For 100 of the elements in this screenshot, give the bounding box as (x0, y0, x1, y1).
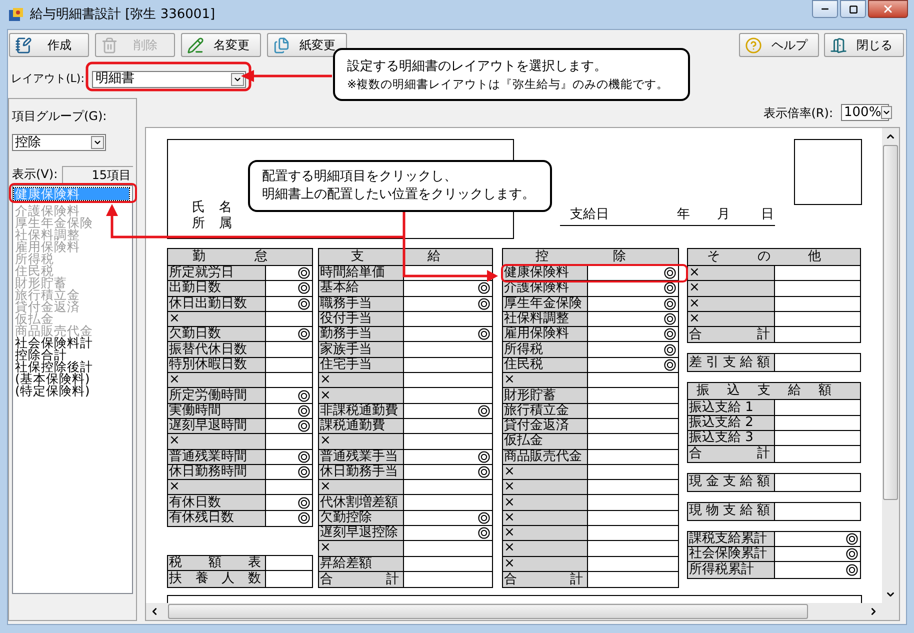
row-label: × (168, 480, 266, 494)
item-count: 15項目 (62, 166, 133, 182)
horizontal-scrollbar[interactable] (146, 603, 899, 620)
row-label: 財形貯蓄 (503, 388, 588, 403)
row-label: × (688, 281, 775, 296)
view-label: 表示(V): (12, 166, 58, 183)
row-label: 所定就労日 (168, 266, 266, 280)
row-label: × (168, 434, 266, 449)
trash-icon (101, 36, 118, 54)
row-label: 欠勤日数 (168, 327, 266, 342)
row-label: 現 物 支 給 額 (688, 502, 775, 520)
layout-label: レイアウト(L): (11, 70, 84, 87)
list-item[interactable]: (特定保険料) (14, 385, 129, 397)
row-label: × (319, 388, 404, 403)
scroll-thumb[interactable] (168, 604, 808, 619)
door-icon (830, 36, 847, 54)
stamp-box (794, 139, 862, 205)
close-button[interactable] (868, 0, 908, 18)
row-label: 所得税累計 (688, 562, 775, 578)
row-label: × (319, 373, 404, 388)
toolbar-button[interactable]: ヘルプ (739, 33, 819, 57)
row-label: 振替代休日数 (168, 342, 266, 357)
row-label: 代休割増差額 (319, 495, 404, 510)
layout-select[interactable]: 明細書 (92, 70, 246, 88)
row-label: × (503, 495, 588, 510)
row-label: × (319, 541, 404, 556)
row-label: × (688, 312, 775, 326)
row-label: × (503, 556, 588, 571)
row-label: 所定労働時間 (168, 388, 266, 403)
row-label: × (503, 510, 588, 526)
row-label: 家族手当 (319, 342, 404, 357)
row-label: 出勤日数 (168, 281, 266, 296)
toolbar-button[interactable]: 名変更 (181, 33, 261, 57)
zoom-select[interactable]: 100% (841, 104, 889, 121)
row-label: × (688, 296, 775, 311)
row-label: × (503, 464, 588, 480)
department-label: 所 (192, 216, 205, 232)
scroll-thumb[interactable] (883, 145, 898, 500)
row-label: × (319, 434, 404, 449)
row-label: 貸付金返済 (503, 418, 588, 434)
row-label: 商品販売代金 (503, 450, 588, 464)
toolbar-button[interactable]: 作成 (9, 33, 89, 57)
row-label: 所得税 (503, 342, 588, 357)
row-label: 差 引 支 給 額 (688, 354, 775, 372)
department-label: 属 (219, 216, 232, 232)
toolbar-button[interactable]: 紙変更 (267, 33, 347, 57)
row-label: 欠勤控除 (319, 510, 404, 526)
row-label: 振込支給 3 (688, 431, 775, 446)
table-header: そ の 他 (688, 249, 860, 266)
pay-date-line: 支給日 年 月 日 (560, 207, 775, 226)
callout-text: 明細書上の配置したい位置をクリックします。 (262, 186, 536, 204)
row-label: 健康保険料 (503, 266, 588, 280)
item-group-select[interactable]: 控除 (12, 134, 106, 151)
row-label: 有休残日数 (168, 510, 266, 526)
row-label: 厚生年金保険 (503, 296, 588, 311)
row-label: 合 計 (503, 572, 588, 588)
notepad-pen-icon (15, 36, 32, 54)
double-circle-icon (846, 564, 858, 576)
table-header: 勤 怠 (168, 249, 312, 266)
row-label: × (503, 373, 588, 388)
row-label: 扶 養 人 数 (168, 571, 266, 587)
row-label: × (503, 480, 588, 494)
row-label: 雇用保険料 (503, 327, 588, 342)
row-label: × (168, 312, 266, 326)
row-label: 実働時間 (168, 404, 266, 418)
maximize-icon (848, 4, 858, 14)
help-icon (745, 36, 762, 54)
row-label: × (503, 526, 588, 540)
zoom-label: 表示倍率(R): (763, 104, 833, 122)
row-label: 振込支給 1 (688, 400, 775, 415)
window-title: 給与明細書設計 [弥生 336001] (30, 6, 216, 24)
row-label: × (688, 266, 775, 280)
maximize-button[interactable] (840, 0, 866, 18)
table-header: 振 込 支 給 額 (688, 383, 860, 400)
list-item[interactable]: 社会保険料計 (14, 337, 129, 349)
callout-text: 配置する明細項目をクリックし、 (262, 168, 458, 186)
name-label: 名 (219, 200, 232, 216)
row-label: 振込支給 2 (688, 416, 775, 430)
callout-text: 設定する明細書のレイアウトを選択します。 (347, 58, 608, 76)
name-label: 氏 (192, 200, 205, 216)
row-label: 社保料調整 (503, 312, 588, 326)
toolbar-button[interactable]: 閉じる (824, 33, 904, 57)
row-label: 合 計 (688, 446, 775, 462)
callout-text: ※複数の明細書レイアウトは『弥生給与』のみの機能です。 (347, 76, 670, 92)
row-label: 旅行積立金 (503, 404, 588, 418)
table-header: 支 給 (319, 249, 492, 266)
row-label: 税 額 表 (168, 556, 266, 570)
pages-icon (273, 36, 290, 54)
row-label: × (319, 480, 404, 494)
list-item[interactable]: 控除合計 (14, 349, 129, 361)
app-icon (8, 6, 24, 22)
row-label: 休日出勤日数 (168, 296, 266, 311)
row-label: 社会保険累計 (688, 546, 775, 562)
pencil-icon (187, 36, 204, 54)
row-label: 基本給 (319, 281, 404, 296)
list-item[interactable]: (基本保険料) (14, 373, 129, 385)
row-label: 合 計 (319, 572, 404, 588)
vertical-scrollbar[interactable] (882, 128, 899, 603)
list-item[interactable]: 社保控除後計 (14, 361, 129, 373)
row-label: 有休日数 (168, 495, 266, 510)
